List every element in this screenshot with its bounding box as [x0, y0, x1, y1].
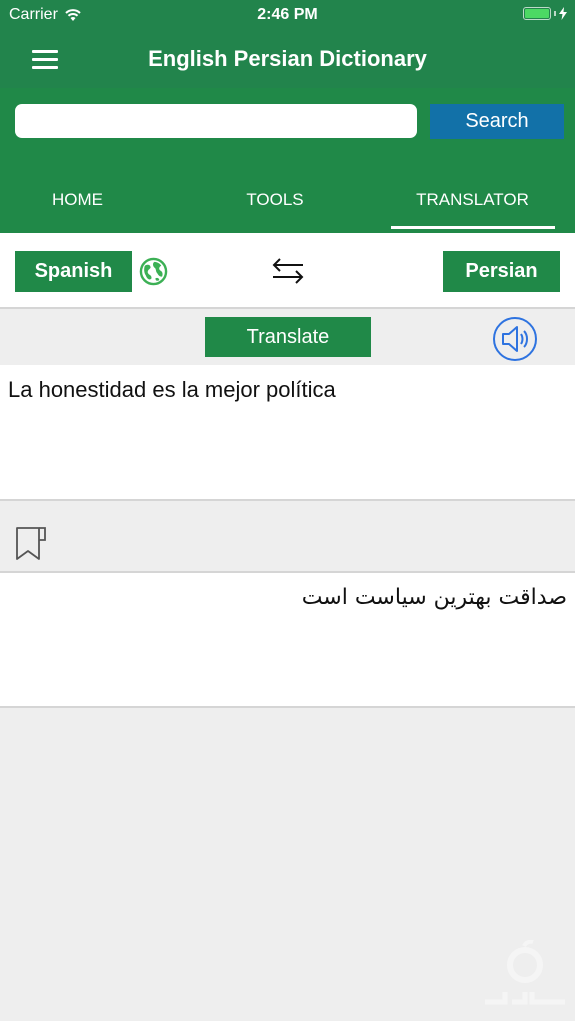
battery-indicator [523, 7, 567, 20]
active-tab-indicator [391, 226, 555, 229]
swap-arrows-icon[interactable] [270, 255, 306, 287]
charging-bolt-icon [559, 7, 567, 20]
source-text-area[interactable]: La honestidad es la mejor política [0, 365, 575, 501]
tab-home[interactable]: HOME [0, 190, 155, 210]
translated-text-area: صداقت بهترین سیاست است [0, 573, 575, 708]
battery-icon [523, 7, 551, 20]
bookmark-icon[interactable] [15, 526, 47, 562]
watermark-logo-icon [485, 940, 565, 1005]
tab-translator[interactable]: TRANSLATOR [390, 190, 555, 210]
search-button[interactable]: Search [430, 104, 564, 139]
globe-icon[interactable] [139, 257, 168, 286]
action-row: Translate [0, 309, 575, 364]
clock: 2:46 PM [257, 6, 318, 23]
tab-tools[interactable]: TOOLS [195, 190, 355, 210]
target-language-button[interactable]: Persian [443, 251, 560, 292]
translate-button[interactable]: Translate [205, 317, 371, 357]
result-toolbar [0, 503, 575, 573]
source-language-button[interactable]: Spanish [15, 251, 132, 292]
navigation-bar: English Persian Dictionary [0, 32, 575, 88]
speaker-icon[interactable] [492, 316, 538, 362]
status-bar: Carrier 2:46 PM [0, 0, 575, 32]
app-title: English Persian Dictionary [148, 46, 427, 71]
language-selector-row: Spanish Persian [0, 233, 575, 309]
search-input[interactable] [15, 104, 417, 138]
